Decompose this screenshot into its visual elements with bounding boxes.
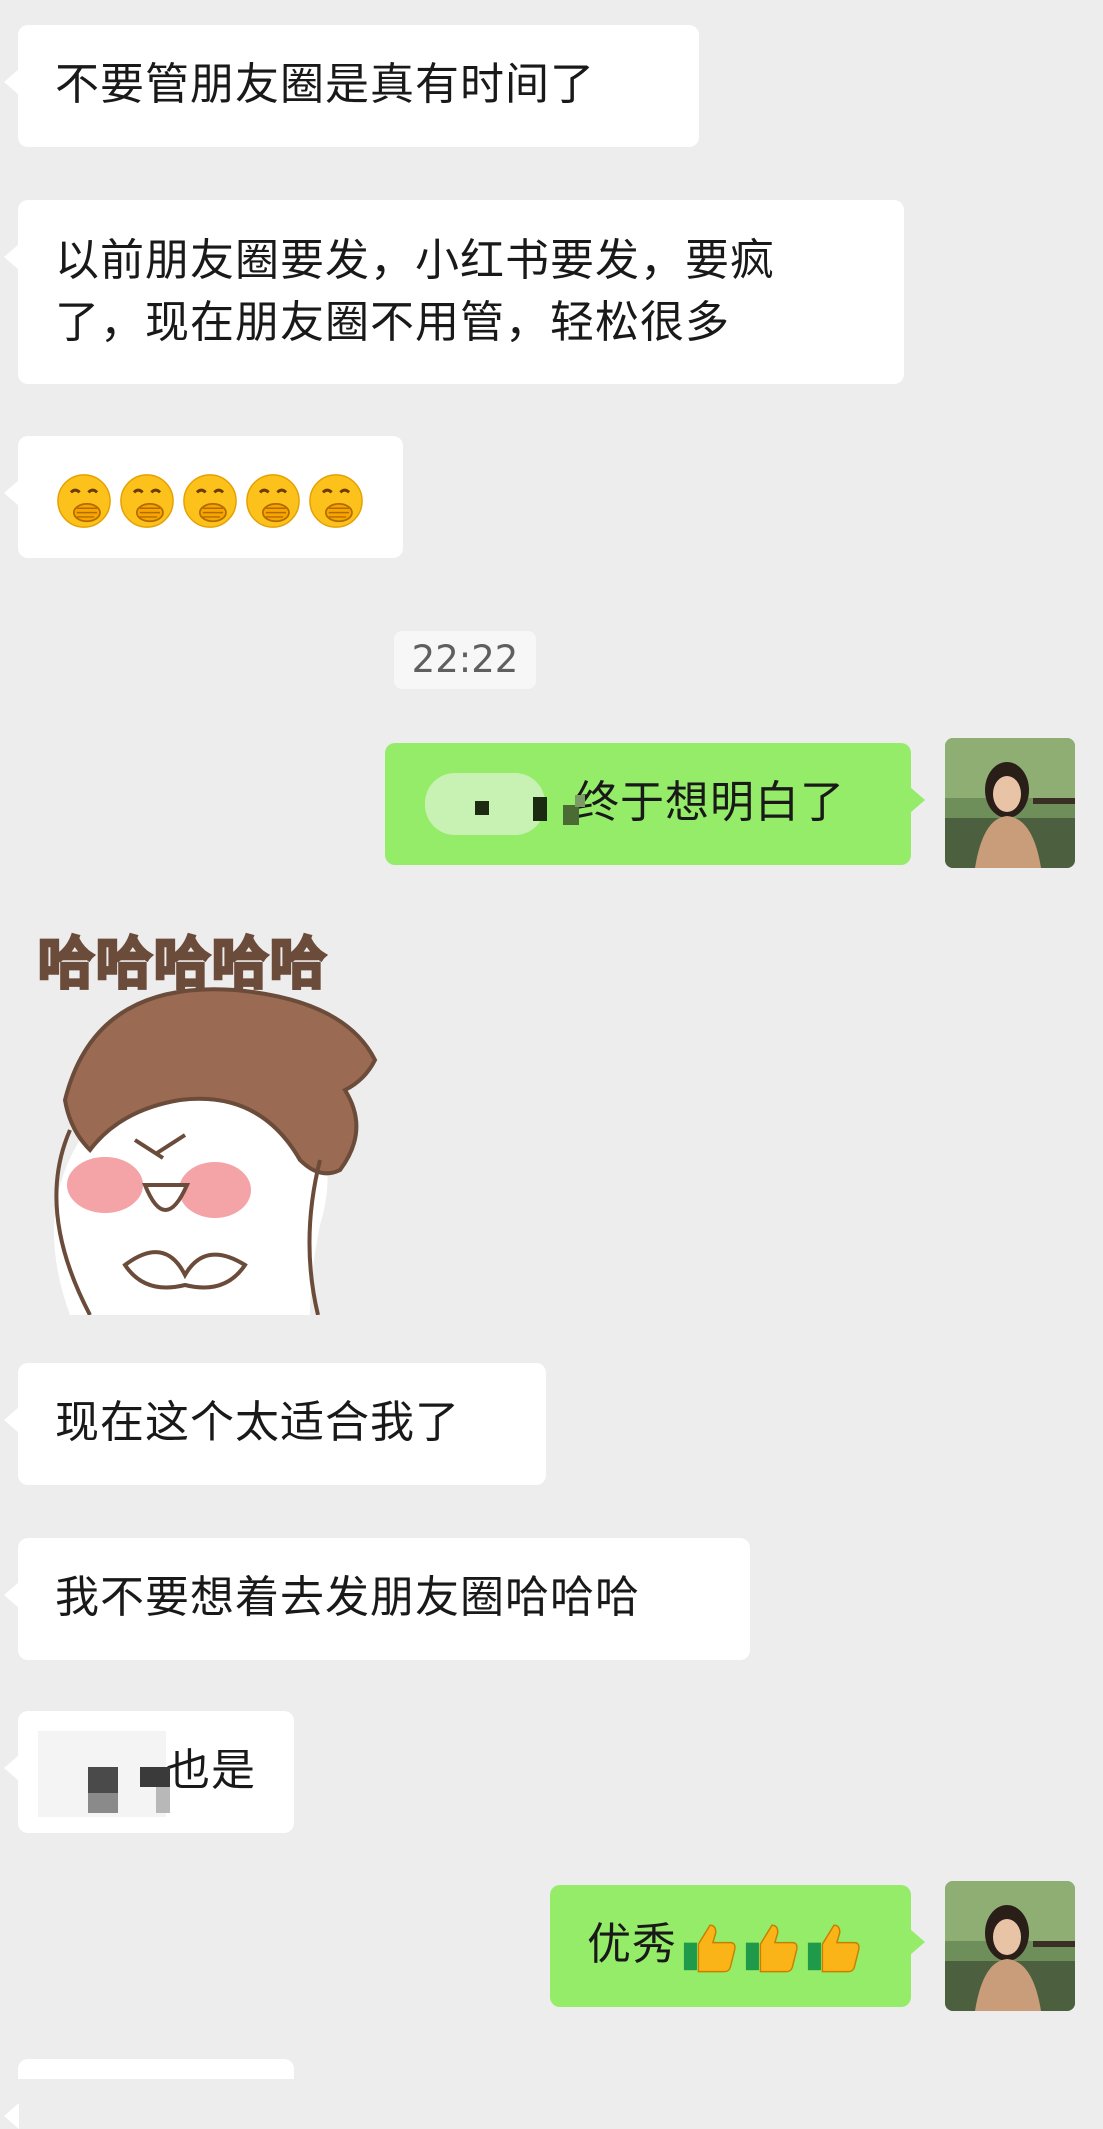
message-text-line: 了，现在朋友圈不用管，轻松很多	[55, 297, 730, 348]
face-with-hand-over-mouth-icon	[118, 472, 176, 530]
message-text: 优秀	[587, 1919, 677, 1970]
incoming-message-bubble[interactable]: 也是	[4, 1711, 294, 1833]
face-with-hand-over-mouth-icon	[181, 472, 239, 530]
sticker-image[interactable]: 哈哈哈哈哈	[30, 930, 415, 1315]
face-with-hand-over-mouth-icon	[55, 472, 113, 530]
pixelated-name	[38, 1731, 170, 1821]
face-with-hand-over-mouth-icon	[307, 472, 365, 530]
message-text: 不要管朋友圈是真有时间了	[55, 59, 595, 110]
face-with-hand-over-mouth-icon	[244, 472, 302, 530]
thumbs-up-icon	[743, 1918, 801, 1976]
outgoing-message-bubble[interactable]: 优秀	[550, 1885, 925, 2007]
avatar[interactable]	[945, 738, 1075, 868]
incoming-emoji-bubble[interactable]	[4, 436, 403, 558]
message-text: 现在这个太适合我了	[55, 1397, 460, 1448]
incoming-message-bubble[interactable]: 不要管朋友圈是真有时间了	[4, 25, 699, 147]
pixelated-name	[415, 759, 585, 849]
incoming-message-bubble[interactable]: 以前朋友圈要发，小红书要发，要疯 了，现在朋友圈不用管，轻松很多	[4, 200, 904, 384]
message-text: 终于想明白了	[575, 777, 845, 828]
incoming-message-bubble-partial[interactable]	[4, 2059, 294, 2129]
thumbs-up-icon	[805, 1918, 863, 1976]
message-text: 也是	[166, 1745, 256, 1796]
avatar[interactable]	[945, 1881, 1075, 2011]
timestamp: 22:22	[394, 631, 536, 689]
outgoing-message-bubble[interactable]: 终于想明白了	[385, 743, 925, 865]
sticker-caption: 哈哈哈哈哈	[37, 931, 328, 999]
message-text-line: 以前朋友圈要发，小红书要发，要疯	[55, 235, 775, 286]
thumbs-up-icon	[681, 1918, 739, 1976]
incoming-message-bubble[interactable]: 我不要想着去发朋友圈哈哈哈	[4, 1538, 750, 1660]
message-text: 我不要想着去发朋友圈哈哈哈	[55, 1572, 640, 1623]
incoming-message-bubble[interactable]: 现在这个太适合我了	[4, 1363, 546, 1485]
